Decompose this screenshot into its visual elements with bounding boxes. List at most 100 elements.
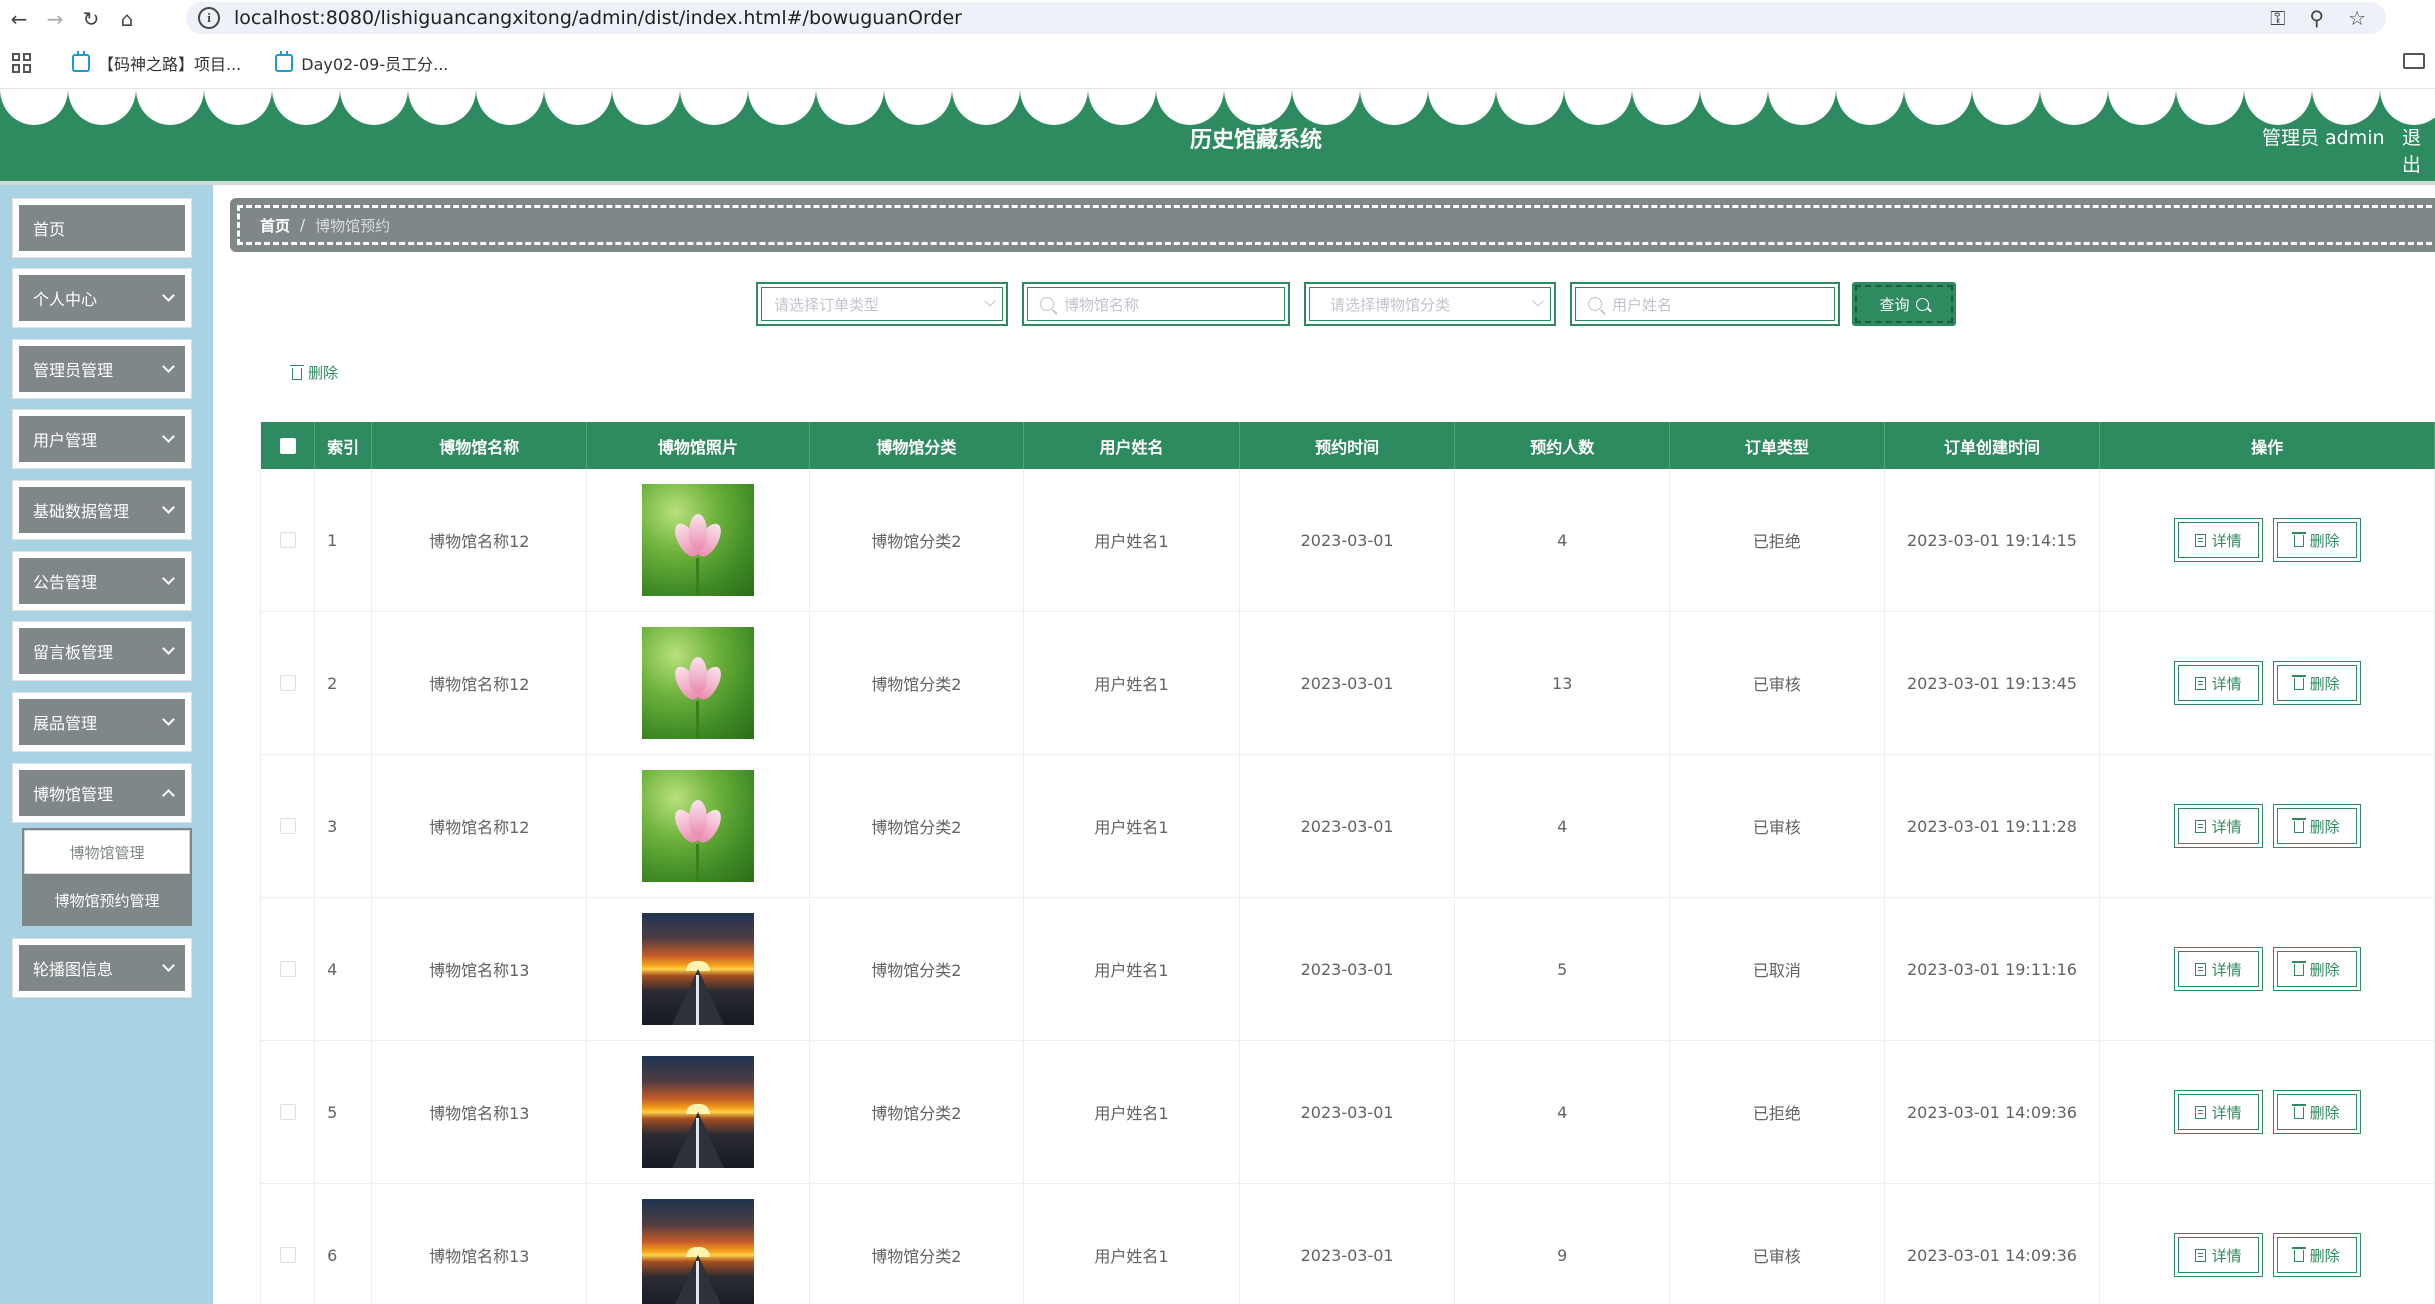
site-info-icon[interactable]: i bbox=[198, 7, 220, 29]
detail-button[interactable]: 详情 bbox=[2173, 661, 2263, 705]
sidebar-item-notice[interactable]: 公告管理 bbox=[12, 551, 192, 611]
user-name-input[interactable]: 用户姓名 bbox=[1570, 282, 1840, 326]
sidebar-item-message-board[interactable]: 留言板管理 bbox=[12, 621, 192, 681]
scallop bbox=[272, 89, 340, 125]
cell-actions: 详情 删除 bbox=[2100, 612, 2435, 754]
museum-photo[interactable] bbox=[641, 627, 754, 739]
row-checkbox[interactable] bbox=[279, 818, 296, 834]
cell-order-type: 已审核 bbox=[1670, 755, 1885, 897]
cell-user-name: 用户姓名1 bbox=[1024, 755, 1240, 897]
zoom-icon[interactable]: ⚲ bbox=[2309, 6, 2324, 30]
admin-user-label: 管理员 admin bbox=[2262, 127, 2385, 149]
chevron-down-icon bbox=[162, 430, 175, 443]
bookmark-item[interactable]: 【码神之路】项目... bbox=[72, 50, 241, 75]
delete-button[interactable]: 删除 bbox=[2272, 661, 2361, 705]
delete-button[interactable]: 删除 bbox=[2272, 804, 2361, 848]
bookmark-star-icon[interactable]: ☆ bbox=[2348, 6, 2366, 30]
row-checkbox[interactable] bbox=[279, 1247, 296, 1263]
address-bar[interactable]: i localhost:8080/lishiguancangxitong/adm… bbox=[186, 2, 2386, 34]
logout-link[interactable]: 退出 bbox=[2402, 123, 2435, 177]
url-text[interactable]: localhost:8080/lishiguancangxitong/admin… bbox=[234, 7, 962, 29]
table-header: 索引 博物馆名称 博物馆照片 博物馆分类 用户姓名 预约时间 预约人数 订单类型… bbox=[260, 422, 2435, 469]
row-select-cell bbox=[260, 898, 316, 1040]
cell-created-time: 2023-03-01 19:14:15 bbox=[1885, 469, 2101, 611]
cell-created-time: 2023-03-01 19:13:45 bbox=[1885, 612, 2101, 754]
detail-label: 详情 bbox=[2211, 1246, 2242, 1265]
column-header: 操作 bbox=[2100, 422, 2435, 469]
sidebar-item-user-management[interactable]: 用户管理 bbox=[12, 409, 192, 469]
museum-name-input[interactable]: 博物馆名称 bbox=[1022, 282, 1290, 326]
sidebar-item-basic-data[interactable]: 基础数据管理 bbox=[12, 480, 192, 540]
detail-button[interactable]: 详情 bbox=[2173, 804, 2263, 848]
document-icon bbox=[2194, 819, 2206, 833]
breadcrumb-home[interactable]: 首页 bbox=[260, 215, 290, 236]
sidebar-item-museum-management[interactable]: 博物馆管理 bbox=[12, 763, 192, 823]
reload-icon[interactable]: ↻ bbox=[76, 4, 106, 34]
scallop bbox=[1088, 89, 1156, 125]
scallop bbox=[2312, 89, 2380, 125]
sidebar-item-label: 博物馆管理 bbox=[33, 785, 114, 804]
museum-submenu: 博物馆管理 博物馆预约管理 bbox=[22, 828, 192, 926]
apps-grid-icon[interactable] bbox=[12, 52, 32, 73]
museum-photo[interactable] bbox=[641, 913, 754, 1025]
museum-photo[interactable] bbox=[641, 1056, 754, 1168]
museum-photo[interactable] bbox=[641, 484, 754, 596]
row-select-cell bbox=[260, 755, 316, 897]
sidebar-item-exhibits[interactable]: 展品管理 bbox=[12, 692, 192, 752]
select-all-checkbox[interactable] bbox=[279, 437, 296, 454]
sidebar-item-personal-center[interactable]: 个人中心 bbox=[12, 268, 192, 328]
detail-button[interactable]: 详情 bbox=[2173, 1090, 2263, 1134]
forward-icon[interactable]: → bbox=[40, 4, 70, 34]
cell-museum-name: 博物馆名称13 bbox=[372, 1041, 588, 1183]
table-row: 5 博物馆名称13 博物馆分类2 用户姓名1 2023-03-01 4 已拒绝 … bbox=[260, 1041, 2435, 1184]
cell-booking-count: 13 bbox=[1455, 612, 1671, 754]
detail-button[interactable]: 详情 bbox=[2173, 947, 2263, 991]
cell-museum-name: 博物馆名称12 bbox=[372, 612, 588, 754]
sidebar-item-home[interactable]: 首页 bbox=[12, 198, 192, 258]
row-checkbox[interactable] bbox=[279, 532, 296, 548]
column-header: 博物馆照片 bbox=[587, 422, 810, 469]
scallop bbox=[1496, 89, 1564, 125]
password-key-icon[interactable]: ⚿ bbox=[2270, 6, 2285, 30]
home-icon[interactable]: ⌂ bbox=[112, 4, 142, 34]
scallop bbox=[2108, 89, 2176, 125]
detail-button[interactable]: 详情 bbox=[2173, 1233, 2263, 1277]
cell-order-type: 已拒绝 bbox=[1670, 1041, 1885, 1183]
row-checkbox[interactable] bbox=[279, 961, 296, 977]
cell-booking-count: 4 bbox=[1455, 755, 1671, 897]
cell-booking-date: 2023-03-01 bbox=[1240, 898, 1456, 1040]
scallop bbox=[544, 89, 612, 125]
delete-button[interactable]: 删除 bbox=[2272, 1090, 2361, 1134]
cell-museum-photo bbox=[587, 1184, 810, 1304]
delete-button[interactable]: 删除 bbox=[2272, 1233, 2361, 1277]
cell-museum-name: 博物馆名称13 bbox=[372, 898, 588, 1040]
sidebar-item-carousel[interactable]: 轮播图信息 bbox=[12, 938, 192, 998]
row-checkbox[interactable] bbox=[279, 675, 296, 691]
cell-museum-photo bbox=[587, 612, 810, 754]
batch-delete-button[interactable]: 删除 bbox=[290, 362, 338, 383]
museum-photo[interactable] bbox=[641, 1199, 754, 1304]
app-header: 历史馆藏系统 管理员 admin 退出 bbox=[0, 89, 2435, 181]
search-icon bbox=[1588, 297, 1602, 311]
row-checkbox[interactable] bbox=[279, 1104, 296, 1120]
cell-booking-date: 2023-03-01 bbox=[1240, 1041, 1456, 1183]
order-type-select[interactable]: 请选择订单类型 bbox=[756, 282, 1008, 326]
chevron-up-icon bbox=[162, 789, 175, 802]
submenu-item-museum[interactable]: 博物馆管理 bbox=[24, 830, 190, 874]
cell-order-type: 已取消 bbox=[1670, 898, 1885, 1040]
back-icon[interactable]: ← bbox=[4, 4, 34, 34]
museum-category-select[interactable]: 请选择博物馆分类 bbox=[1304, 282, 1556, 326]
table-row: 4 博物馆名称13 博物馆分类2 用户姓名1 2023-03-01 5 已取消 … bbox=[260, 898, 2435, 1041]
folder-icon[interactable] bbox=[2403, 53, 2425, 69]
detail-button[interactable]: 详情 bbox=[2173, 518, 2263, 562]
scallop bbox=[2176, 89, 2244, 125]
museum-photo[interactable] bbox=[641, 770, 754, 882]
query-label: 查询 bbox=[1879, 295, 1910, 314]
query-button[interactable]: 查询 bbox=[1852, 282, 1956, 326]
delete-button[interactable]: 删除 bbox=[2272, 947, 2361, 991]
submenu-item-museum-booking[interactable]: 博物馆预约管理 bbox=[24, 878, 190, 922]
bookmark-item[interactable]: Day02-09-员工分... bbox=[275, 50, 448, 75]
delete-button[interactable]: 删除 bbox=[2272, 518, 2361, 562]
sidebar-item-admin-management[interactable]: 管理员管理 bbox=[12, 339, 192, 399]
sidebar: 首页 个人中心 管理员管理 用户管理 基础数据管理 公告管理 留言板管理 展品管… bbox=[0, 185, 213, 1304]
